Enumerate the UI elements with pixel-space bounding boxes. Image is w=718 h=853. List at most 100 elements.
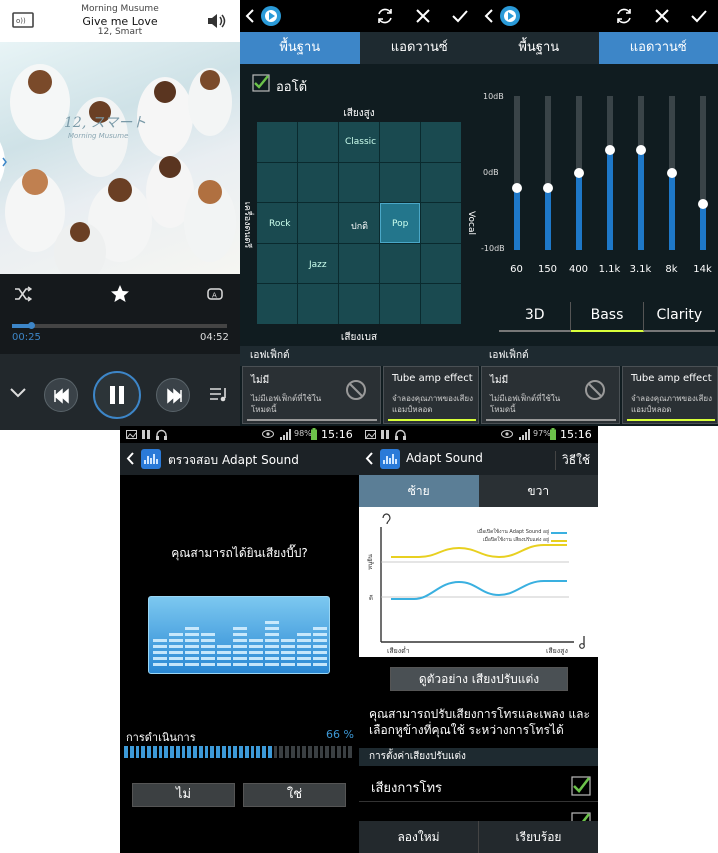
effect-tube-card[interactable]: Tube amp effect จำลองคุณภาพของเสียงแอมป์… — [383, 366, 479, 424]
next-button[interactable] — [156, 378, 190, 412]
player-controls: A 00:25 04:52 — [0, 274, 240, 430]
eq-slider-knob[interactable] — [697, 198, 708, 209]
ear-icon — [381, 513, 391, 525]
confirm-check-icon[interactable] — [451, 8, 469, 24]
pause-icon — [110, 386, 124, 404]
back-icon[interactable] — [484, 9, 494, 23]
preset-classic[interactable]: Classic — [345, 137, 376, 147]
headset-status-icon — [156, 429, 167, 440]
effect-tube-title: Tube amp effect — [631, 373, 712, 384]
progress-segment — [325, 746, 329, 758]
album-art-subtitle: Morning Musume — [68, 132, 129, 140]
side-handle-icon[interactable] — [0, 142, 10, 182]
refresh-icon[interactable] — [615, 7, 633, 25]
effect-tube-underline — [388, 419, 476, 421]
shuffle-icon[interactable] — [14, 286, 32, 302]
effect-none-title: ไม่มี — [490, 375, 509, 386]
eq-slider-track[interactable] — [573, 96, 584, 250]
eq-slider-track[interactable] — [511, 96, 522, 250]
eq-slider-knob[interactable] — [511, 183, 522, 194]
effect-none-card[interactable]: ไม่มี ไม่มีเอฟเฟ็กต์ที่ใช้ในโหมดนี้ — [481, 366, 620, 424]
preview-button[interactable]: ดูตัวอย่าง เสียงปรับแต่ง — [390, 667, 568, 691]
call-sound-row[interactable]: เสียงการโทร — [359, 772, 598, 802]
preset-rock[interactable]: Rock — [269, 219, 291, 229]
progress-segment — [290, 746, 295, 758]
eq-slider-knob[interactable] — [604, 144, 615, 155]
legend-on-label: เมื่อเปิดใช้งาน Adapt Sound อยู่ — [477, 529, 549, 535]
effect-tab-3d[interactable]: 3D — [499, 302, 572, 332]
eq-slider-track[interactable] — [666, 96, 677, 250]
seek-knob[interactable] — [28, 322, 36, 329]
eq-slider-track[interactable] — [542, 96, 553, 250]
equalizer-bars-icon — [153, 621, 327, 666]
progress-segment — [250, 746, 255, 758]
preset-normal[interactable]: ปกติ — [351, 219, 368, 233]
partial-checkbox[interactable] — [571, 812, 591, 821]
sound-grid[interactable]: Classic Rock ปกติ Pop Jazz — [257, 122, 461, 324]
favorite-star-icon[interactable] — [110, 284, 130, 304]
eq-slider-track[interactable] — [604, 96, 615, 250]
confirm-check-icon[interactable] — [690, 8, 708, 24]
eq-slider-track[interactable] — [697, 96, 708, 250]
next-row-partial — [359, 803, 598, 821]
progress-segment — [216, 746, 220, 758]
cast-icon[interactable]: o)) — [12, 12, 34, 28]
seek-bar[interactable] — [12, 322, 227, 329]
player-header: o)) Morning Musume Give me Love 12, Smar… — [0, 0, 240, 42]
howto-link[interactable]: วิธีใช้ — [555, 451, 590, 470]
eq-slider-knob[interactable] — [666, 168, 677, 178]
volume-icon[interactable] — [206, 12, 228, 30]
tab-basic[interactable]: พื้นฐาน — [240, 32, 360, 64]
auto-checkbox[interactable] — [252, 74, 270, 92]
tab-right-ear[interactable]: ขวา — [478, 475, 598, 507]
effect-tube-card[interactable]: Tube amp effect จำลองคุณภาพของเสียงแอมป์… — [622, 366, 718, 424]
tab-basic[interactable]: พื้นฐาน — [479, 32, 599, 64]
progress-segment — [152, 746, 157, 758]
ear-tabs: ซ้าย ขวา — [359, 475, 598, 507]
back-icon[interactable] — [126, 452, 135, 465]
effect-tube-desc: จำลองคุณภาพของเสียงแอมป์หลอด — [631, 394, 712, 414]
call-sound-checkbox[interactable] — [571, 776, 591, 796]
collapse-chevron-icon[interactable] — [10, 388, 26, 398]
effect-tab-bass[interactable]: Bass — [571, 302, 644, 332]
back-icon[interactable] — [245, 9, 255, 23]
tab-left-ear[interactable]: ซ้าย — [359, 475, 479, 507]
previous-button[interactable] — [44, 378, 78, 412]
progress-segment — [279, 746, 283, 758]
eq-slider-knob[interactable] — [635, 144, 646, 155]
effect-none-underline — [247, 419, 377, 421]
refresh-icon[interactable] — [376, 7, 394, 25]
reset-button[interactable]: ลองใหม่ — [359, 821, 479, 853]
effect-none-card[interactable]: ไม่มี ไม่มีเอฟเฟ็กต์ที่ใช้ในโหมดนี้ — [242, 366, 381, 424]
settings-header: การตั้งค่าเสียงปรับแต่ง — [359, 748, 598, 766]
signal-status-icon — [280, 429, 292, 440]
eq-action-bar — [240, 0, 479, 32]
gallery-status-icon — [126, 430, 137, 439]
cancel-icon[interactable] — [415, 8, 431, 24]
eq-slider-fill — [544, 188, 551, 250]
yes-button[interactable]: ใช่ — [243, 783, 346, 807]
no-button[interactable]: ไม่ — [132, 783, 235, 807]
preset-pop[interactable]: Pop — [392, 219, 408, 229]
battery-icon — [550, 428, 556, 440]
pause-button[interactable] — [93, 371, 141, 419]
tab-advanced[interactable]: แอดวานซ์ — [598, 32, 718, 64]
playlist-icon[interactable] — [209, 386, 229, 402]
effect-tab-clarity[interactable]: Clarity — [643, 302, 715, 332]
eq-slider-knob[interactable] — [573, 168, 584, 178]
adapt-title-bar: Adapt Sound วิธีใช้ — [359, 443, 598, 475]
eq-band-labels: 60 150 400 1.1k 3.1k 8k 14k — [501, 264, 718, 278]
cancel-icon[interactable] — [654, 8, 670, 24]
eq-slider-track[interactable] — [635, 96, 646, 250]
repeat-icon[interactable]: A — [206, 286, 224, 302]
eq-slider-knob[interactable] — [542, 183, 553, 194]
call-sound-label: เสียงการโทร — [371, 781, 443, 796]
description-text: คุณสามารถปรับเสียงการโทรและเพลง และเลือก… — [369, 707, 590, 737]
eq-band-label: 1.1k — [598, 264, 621, 275]
progress-segment — [129, 746, 134, 758]
done-button[interactable]: เรียบร้อย — [479, 821, 598, 853]
effect-none-desc: ไม่มีเอฟเฟ็กต์ที่ใช้ในโหมดนี้ — [251, 394, 322, 414]
preset-jazz[interactable]: Jazz — [309, 260, 327, 270]
back-icon[interactable] — [365, 452, 374, 465]
tab-advanced[interactable]: แอดวานซ์ — [359, 32, 479, 64]
